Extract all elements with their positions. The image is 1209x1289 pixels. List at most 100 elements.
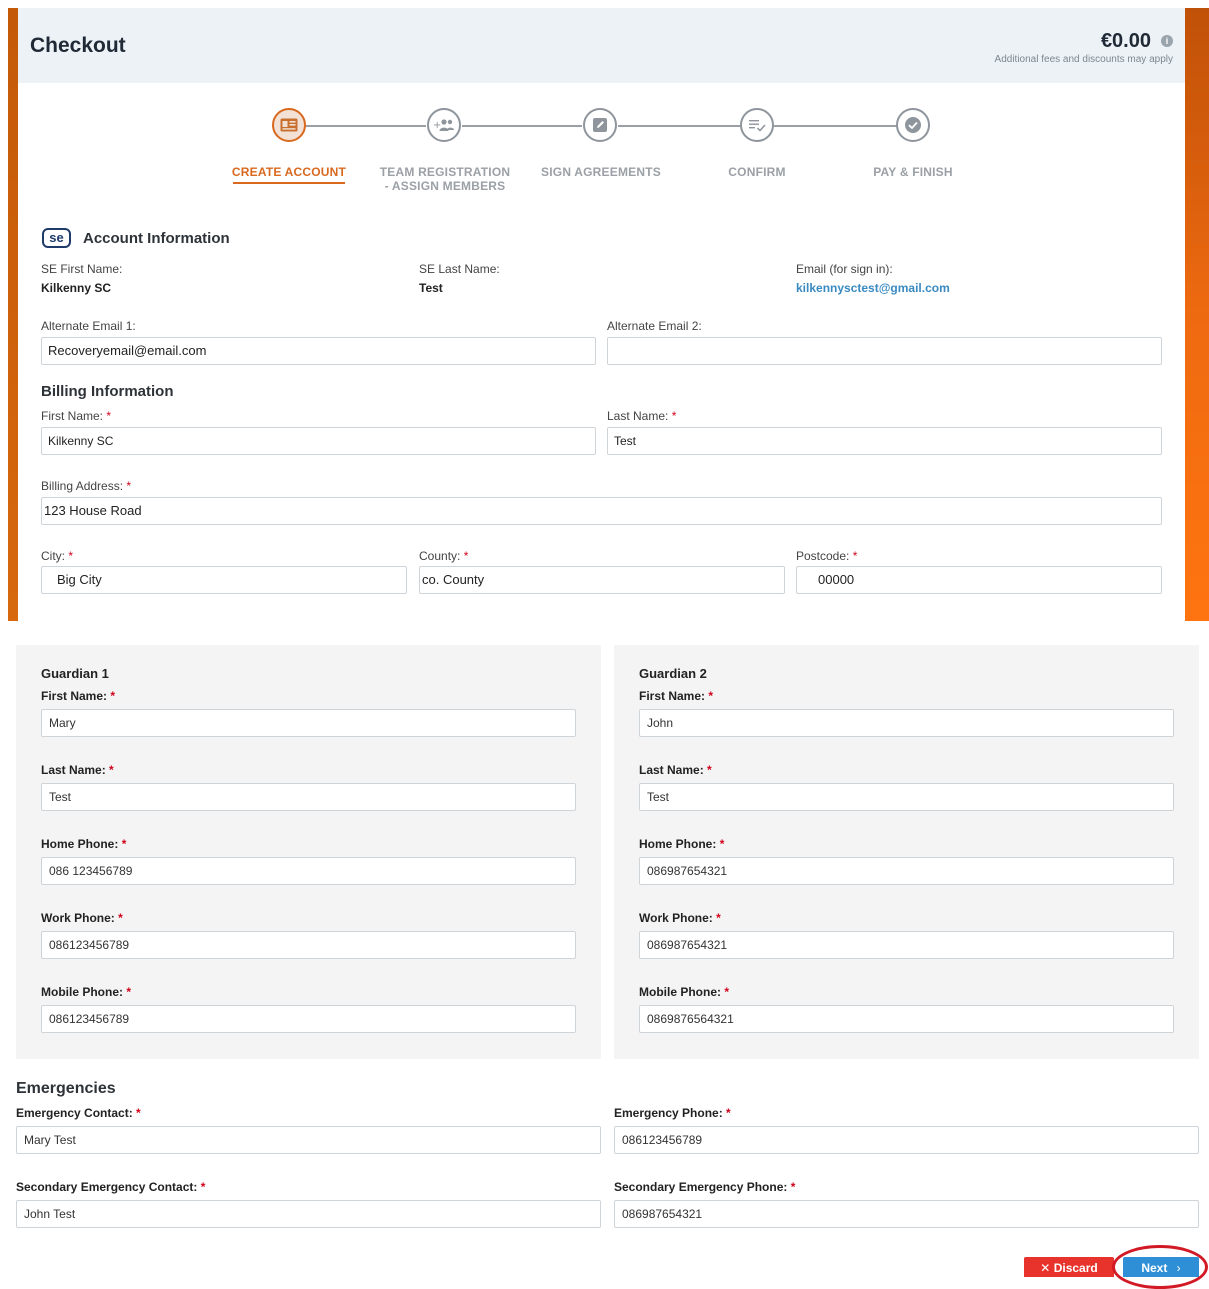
guardian-1-work-phone-input[interactable]: 086123456789 [41, 931, 576, 959]
emergency-phone-input[interactable]: 086123456789 [614, 1126, 1199, 1154]
guardian-1-last-name-label: Last Name: * [41, 763, 114, 777]
guardian-2-first-name-label: First Name: * [639, 689, 713, 703]
guardian-2-last-name-input[interactable]: Test [639, 783, 1174, 811]
emergency-contact-input[interactable]: Mary Test [16, 1126, 601, 1154]
label-text: Work Phone: [639, 911, 713, 925]
alt-email2-input[interactable] [607, 337, 1162, 365]
label-text: First Name: [41, 689, 108, 703]
required-mark: * [790, 1180, 796, 1194]
checkout-frame [0, 0, 1209, 621]
guardian-2-mobile-phone-label: Mobile Phone: * [639, 985, 729, 999]
billing-first-name-input[interactable]: Kilkenny SC [41, 427, 596, 455]
step-label-pay-finish[interactable]: PAY & FINISH [858, 165, 968, 179]
account-info-title: Account Information [83, 230, 230, 247]
step-label-create-account[interactable]: CREATE ACCOUNT [229, 165, 349, 179]
required-mark: * [724, 985, 730, 999]
label-text: Mobile Phone: [41, 985, 123, 999]
county-input[interactable]: co. County [419, 566, 785, 594]
county-label: County: * [419, 549, 468, 563]
guardian-2-home-phone-input[interactable]: 086987654321 [639, 857, 1174, 885]
required-mark: * [110, 689, 116, 703]
required-mark: * [118, 911, 123, 925]
secondary-phone-input[interactable]: 086987654321 [614, 1200, 1199, 1228]
guardian-1-work-phone-label: Work Phone: * [41, 911, 123, 925]
guardian-2-home-phone-label: Home Phone: * [639, 837, 724, 851]
guardian-2-work-phone-input[interactable]: 086987654321 [639, 931, 1174, 959]
required-mark: * [708, 689, 714, 703]
label-text: Last Name: [41, 763, 106, 777]
alt-email1-label: Alternate Email 1: [41, 319, 136, 333]
alt-email1-input[interactable]: Recoveryemail@email.com [41, 337, 596, 365]
se-last-name-label: SE Last Name: [419, 262, 500, 276]
chevron-right-icon: › [1176, 1261, 1181, 1275]
guardian-2-mobile-phone-input[interactable]: 0869876564321 [639, 1005, 1174, 1033]
discard-button[interactable]: ✕ Discard [1024, 1257, 1114, 1277]
billing-last-name-input[interactable]: Test [607, 427, 1162, 455]
secondary-phone-label: Secondary Emergency Phone: * [614, 1180, 795, 1194]
city-input[interactable]: Big City [41, 566, 407, 594]
label-text: Emergency Contact: [16, 1106, 133, 1120]
required-mark: * [109, 763, 114, 777]
label-text: Postcode: [796, 549, 850, 563]
secondary-contact-label: Secondary Emergency Contact: * [16, 1180, 205, 1194]
guardian-1-home-phone-input[interactable]: 086 123456789 [41, 857, 576, 885]
required-mark: * [68, 549, 74, 563]
label-text: First Name: [639, 689, 706, 703]
id-card-icon [280, 118, 298, 132]
step-connector [774, 125, 896, 127]
price-note: Additional fees and discounts may apply [994, 54, 1173, 65]
label-text: Last Name: [607, 409, 669, 423]
label-text: Secondary Emergency Phone: [614, 1180, 788, 1194]
billing-address-input[interactable]: 123 House Road [41, 497, 1162, 525]
se-first-name-label: SE First Name: [41, 262, 123, 276]
step-confirm-circle[interactable] [740, 108, 774, 142]
step-connector [462, 125, 582, 127]
label-text: Work Phone: [41, 911, 115, 925]
guardian-1-last-name-input[interactable]: Test [41, 783, 576, 811]
label-text: Secondary Emergency Contact: [16, 1180, 198, 1194]
label-text: City: [41, 549, 65, 563]
page-title: Checkout [30, 34, 126, 57]
checkout-header [18, 8, 1185, 83]
guardian-2-first-name-input[interactable]: John [639, 709, 1174, 737]
right-orange-border [1185, 8, 1209, 621]
label-text: Mobile Phone: [639, 985, 721, 999]
step-pay-finish-circle[interactable] [896, 108, 930, 142]
check-circle-icon [905, 117, 921, 133]
label-text: Home Phone: [639, 837, 717, 851]
label-text: Home Phone: [41, 837, 119, 851]
guardian-1-mobile-phone-label: Mobile Phone: * [41, 985, 131, 999]
required-mark: * [852, 549, 858, 563]
guardian-1-title: Guardian 1 [41, 666, 109, 681]
required-mark: * [707, 763, 712, 777]
left-orange-border [8, 8, 18, 621]
secondary-contact-input[interactable]: John Test [16, 1200, 601, 1228]
step-create-account-circle[interactable] [272, 108, 306, 142]
step-label-line: - ASSIGN MEMBERS [384, 179, 506, 193]
step-label-sign-agreements[interactable]: SIGN AGREEMENTS [530, 165, 672, 179]
label-text: Last Name: [639, 763, 704, 777]
guardian-2-last-name-label: Last Name: * [639, 763, 712, 777]
se-last-name-value: Test [419, 281, 443, 295]
edit-icon [593, 118, 607, 132]
se-first-name-value: Kilkenny SC [41, 281, 112, 295]
required-mark: * [106, 409, 112, 423]
required-mark: * [126, 985, 132, 999]
email-link[interactable]: kilkennysctest@gmail.com [796, 281, 950, 295]
step-sign-agreements-circle[interactable] [583, 108, 617, 142]
guardian-1-mobile-phone-input[interactable]: 086123456789 [41, 1005, 576, 1033]
emergency-phone-label: Emergency Phone: * [614, 1106, 731, 1120]
step-label-team-registration[interactable]: TEAM REGISTRATION - ASSIGN MEMBERS [370, 165, 520, 193]
city-label: City: * [41, 549, 73, 563]
se-logo: se [42, 228, 71, 248]
guardian-1-home-phone-label: Home Phone: * [41, 837, 126, 851]
next-button[interactable]: Next › [1123, 1257, 1199, 1277]
info-icon[interactable]: i [1161, 35, 1173, 47]
guardian-2-work-phone-label: Work Phone: * [639, 911, 721, 925]
step-team-registration-circle[interactable]: + [427, 108, 461, 142]
step-label-confirm[interactable]: CONFIRM [712, 165, 802, 179]
required-mark: * [200, 1180, 206, 1194]
guardian-1-first-name-input[interactable]: Mary [41, 709, 576, 737]
active-step-underline [233, 182, 345, 184]
postcode-input[interactable]: 00000 [796, 566, 1162, 594]
